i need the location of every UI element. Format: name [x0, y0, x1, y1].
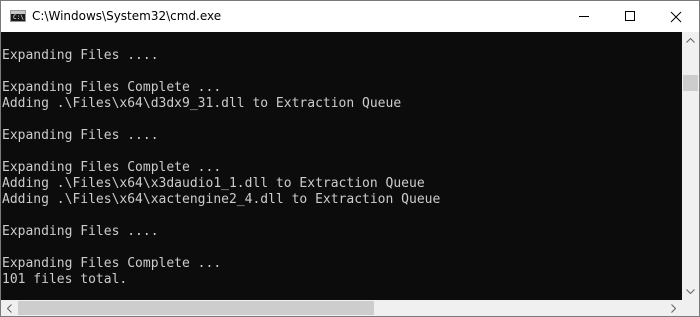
- console-line: Expanding Files ....: [2, 128, 159, 143]
- console-line: Adding .\Files\x64\x3daudio1_1.dll to Ex…: [2, 176, 425, 191]
- scroll-down-button[interactable]: [682, 283, 699, 300]
- console-text: Expanding Files .... Expanding Files Comp…: [2, 32, 440, 300]
- maximize-icon: [625, 11, 635, 21]
- console-line: Expanding Files ....: [2, 48, 159, 63]
- minimize-button[interactable]: [561, 1, 607, 32]
- chevron-down-icon: [686, 289, 695, 294]
- scroll-left-button[interactable]: [1, 300, 18, 316]
- scrollbar-corner: [682, 300, 699, 316]
- console-line: Adding .\Files\x64\xactengine2_4.dll to …: [2, 192, 441, 207]
- cmd-app-icon[interactable]: C:\: [10, 10, 26, 22]
- console-line: Expanding Files ....: [2, 224, 159, 239]
- title-bar[interactable]: C:\ C:\Windows\System32\cmd.exe: [1, 1, 699, 32]
- window-title: C:\Windows\System32\cmd.exe: [32, 9, 222, 23]
- scroll-right-button[interactable]: [665, 300, 682, 316]
- close-button[interactable]: [653, 1, 699, 32]
- chevron-left-icon: [7, 304, 12, 313]
- vertical-scroll-thumb[interactable]: [683, 75, 698, 91]
- chevron-right-icon: [671, 304, 676, 313]
- minimize-icon: [579, 16, 589, 17]
- close-icon: [670, 11, 682, 23]
- maximize-button[interactable]: [607, 1, 653, 32]
- cmd-icon-prompt: C:\: [13, 14, 24, 21]
- console-output[interactable]: Expanding Files .... Expanding Files Comp…: [1, 32, 682, 300]
- vertical-scrollbar[interactable]: [682, 32, 699, 300]
- console-window: C:\ C:\Windows\System32\cmd.exe Expandin…: [0, 0, 700, 317]
- scroll-up-button[interactable]: [682, 32, 699, 49]
- chevron-up-icon: [686, 38, 695, 43]
- horizontal-scroll-thumb[interactable]: [18, 301, 374, 315]
- horizontal-scrollbar[interactable]: [1, 300, 682, 316]
- console-line: 101 files total.: [2, 272, 128, 287]
- console-line: Expanding Files Complete ...: [2, 256, 222, 271]
- console-line: Expanding Files Complete ...: [2, 160, 222, 175]
- console-line: Expanding Files Complete ...: [2, 80, 222, 95]
- console-line: Adding .\Files\x64\d3dx9_31.dll to Extra…: [2, 96, 402, 111]
